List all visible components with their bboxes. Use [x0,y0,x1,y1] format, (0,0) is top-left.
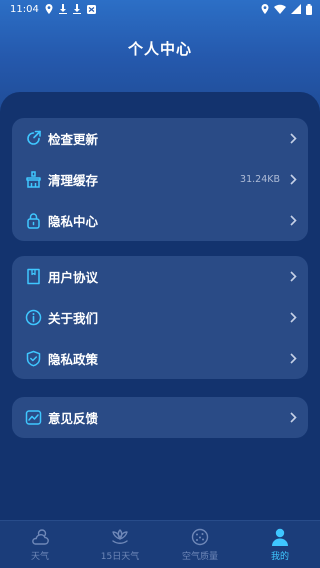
download-icon [58,4,67,14]
menu-card-general: 检查更新 清理缓存 31.24KB 隐私中心 [12,118,308,241]
check-update-row[interactable]: 检查更新 [12,118,308,159]
feedback-label: 意见反馈 [48,411,99,426]
status-bar: 11:04 [0,0,320,18]
nav-item-air-quality[interactable]: 空气质量 [160,521,240,568]
chevron-right-icon [288,353,298,365]
status-time: 11:04 [10,3,39,15]
about-us-row[interactable]: 关于我们 [12,297,308,338]
chevron-right-icon [288,412,298,424]
nav-item-weather[interactable]: 天气 [0,521,80,568]
nav-label-weather: 天气 [30,551,49,562]
clear-cache-row[interactable]: 清理缓存 31.24KB [12,159,308,200]
document-icon [24,268,42,286]
chevron-right-icon [288,312,298,324]
about-us-label: 关于我们 [48,311,99,326]
download-icon [72,4,81,14]
chevron-right-icon [288,174,298,186]
cloud-sun-icon [32,528,49,545]
chevron-right-icon [288,271,298,283]
refresh-arrow-icon [24,130,42,148]
dotted-circle-icon [191,528,209,545]
user-agreement-label: 用户协议 [48,270,99,285]
nav-item-mine[interactable]: 我的 [240,521,320,568]
signal-icon [291,4,301,14]
user-icon [272,528,288,546]
clear-cache-label: 清理缓存 [48,173,99,188]
bottom-nav: 天气 15日天气 空气质量 我的 [0,520,320,568]
notification-app-icon [86,4,96,14]
battery-icon [306,3,312,15]
status-left: 11:04 [10,4,96,15]
nav-label-15-day-weather: 15日天气 [100,551,140,562]
nav-label-air-quality: 空气质量 [181,551,218,562]
chart-feedback-icon [24,409,42,427]
lotus-icon [112,528,128,544]
lock-icon [24,212,42,230]
info-icon [24,309,42,327]
wifi-icon [274,4,286,14]
menu-card-feedback: 意见反馈 [12,397,308,438]
main-panel: 检查更新 清理缓存 31.24KB 隐私中心 用户协议 关于我们 隐私政策 意见… [0,92,320,520]
chevron-right-icon [288,133,298,145]
cache-size-value: 31.24KB [240,174,280,185]
shield-check-icon [24,350,42,368]
privacy-center-row[interactable]: 隐私中心 [12,200,308,241]
broom-icon [24,171,42,189]
location-icon [261,4,269,14]
location-pin-icon [45,4,53,14]
privacy-policy-label: 隐私政策 [48,352,99,367]
privacy-center-label: 隐私中心 [48,214,99,229]
user-agreement-row[interactable]: 用户协议 [12,256,308,297]
check-update-label: 检查更新 [48,132,99,147]
chevron-right-icon [288,215,298,227]
nav-item-15-day-weather[interactable]: 15日天气 [80,521,160,568]
nav-label-mine: 我的 [270,551,289,562]
status-right [261,3,312,15]
feedback-row[interactable]: 意见反馈 [12,397,308,438]
menu-card-info: 用户协议 关于我们 隐私政策 [12,256,308,379]
privacy-policy-row[interactable]: 隐私政策 [12,338,308,379]
page-title: 个人中心 [127,40,192,58]
